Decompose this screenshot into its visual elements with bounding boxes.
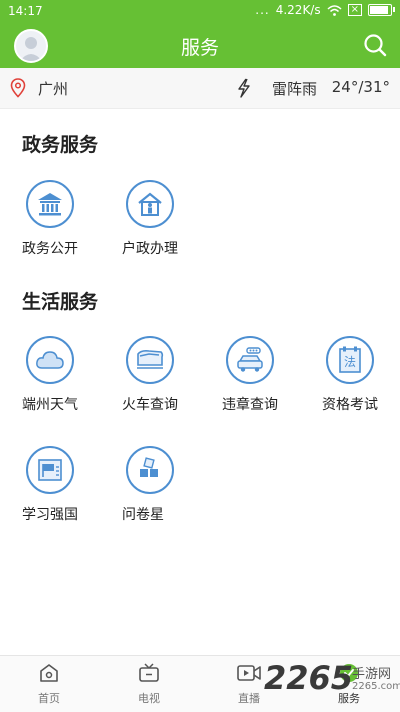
city-name[interactable]: 广州 [38,78,68,99]
tile-label: 火车查询 [122,397,178,413]
wifi-icon [327,4,342,16]
train-icon [126,336,174,384]
tile-label: 政务公开 [22,241,78,257]
video-icon [237,665,261,681]
grid-blocks-icon [126,446,174,494]
service-tile-survey[interactable]: 问卷星 [100,446,200,524]
service-tile-train[interactable]: 火车查询 [100,336,200,414]
section-title-life: 生活服务 [22,291,99,313]
tv-icon [139,663,159,682]
tab-label: 首页 [38,692,60,705]
cloud-icon [26,336,74,384]
watermark-number: 2265 [264,659,354,697]
battery-icon [368,4,395,16]
section-title-gov: 政务服务 [22,134,99,156]
tab-tv[interactable]: 电视 [119,662,179,706]
sim-off-icon: × [347,4,362,16]
location-pin-icon[interactable] [10,78,26,98]
government-building-icon [26,180,74,228]
study-flag-icon [26,446,74,494]
home-icon [40,664,58,682]
tile-label: 违章查询 [222,397,278,413]
clock: 14:17 [8,4,43,18]
search-icon[interactable] [362,32,388,58]
weather-condition: 雷阵雨 [272,80,318,98]
svg-text:法: 法 [344,355,356,369]
app-header: 服务 [0,24,400,68]
service-tile-household[interactable]: 户政办理 [100,180,200,258]
watermark-text: 手游网 [352,667,392,682]
tile-label: 户政办理 [122,241,178,257]
service-tile-violation[interactable]: 违章查询 [200,336,300,414]
service-tile-study[interactable]: 学习强国 [0,446,100,524]
status-bar: 14:17 ... 4.22K/s × [0,0,400,24]
page-title: 服务 [180,37,219,59]
network-speed: 4.22K/s [275,3,321,17]
tile-label: 学习强国 [22,507,78,523]
tile-label: 问卷星 [122,507,164,523]
service-tile-gov-disclosure[interactable]: 政务公开 [0,180,100,258]
law-book-icon: 法 [326,336,374,384]
household-registration-icon [126,180,174,228]
service-tile-exam[interactable]: 法 资格考试 [300,336,400,414]
tab-home[interactable]: 首页 [19,662,79,706]
temperature-range: 24°/31° [331,78,390,96]
notification-dots: ... [255,3,270,17]
tile-label: 资格考试 [322,397,378,413]
watermark-url: 2265.com [352,681,400,692]
service-tile-weather[interactable]: 端州天气 [0,336,100,414]
watermark: 2265 手游网 2265.com [264,657,400,711]
car-icon [226,336,274,384]
thunder-icon [238,78,250,98]
tile-label: 端州天气 [22,397,78,413]
tab-label: 电视 [138,692,160,705]
location-weather-bar: 广州 雷阵雨 24°/31° [0,68,400,109]
